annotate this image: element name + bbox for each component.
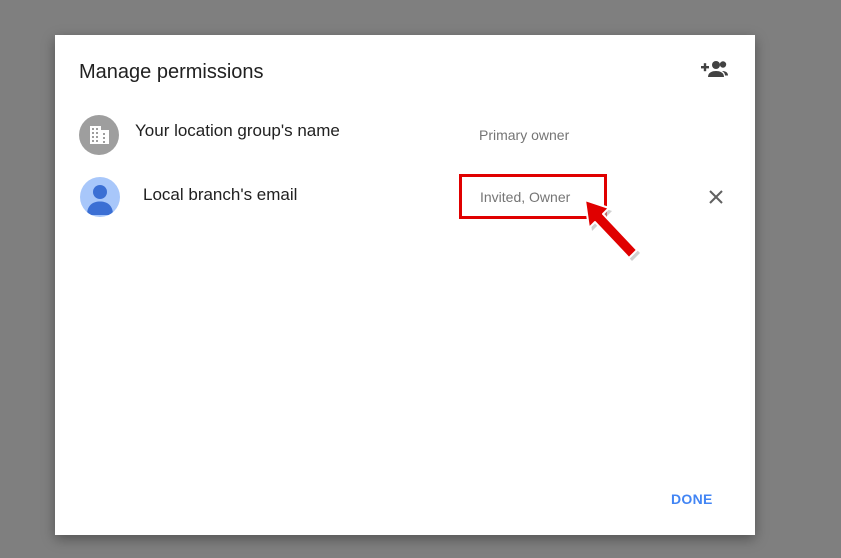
add-person-button[interactable]	[701, 59, 729, 81]
person-add-icon	[701, 61, 728, 77]
avatar	[80, 177, 120, 217]
member-row: Local branch's email Invited, Owner	[55, 175, 755, 225]
arrow-pointer-icon	[584, 199, 640, 261]
member-name: Your location group's name	[135, 121, 340, 140]
manage-permissions-dialog: Manage permissions Your location group's…	[55, 35, 755, 535]
close-icon	[709, 190, 723, 204]
avatar	[79, 115, 119, 155]
done-button[interactable]: DONE	[671, 490, 713, 508]
person-icon	[87, 185, 113, 215]
member-row: Your location group's name Primary owner	[55, 113, 755, 163]
dialog-title: Manage permissions	[79, 61, 264, 83]
building-icon	[90, 126, 109, 144]
member-name: Local branch's email	[143, 185, 298, 204]
member-role: Primary owner	[479, 127, 570, 143]
remove-member-button[interactable]	[707, 188, 725, 206]
